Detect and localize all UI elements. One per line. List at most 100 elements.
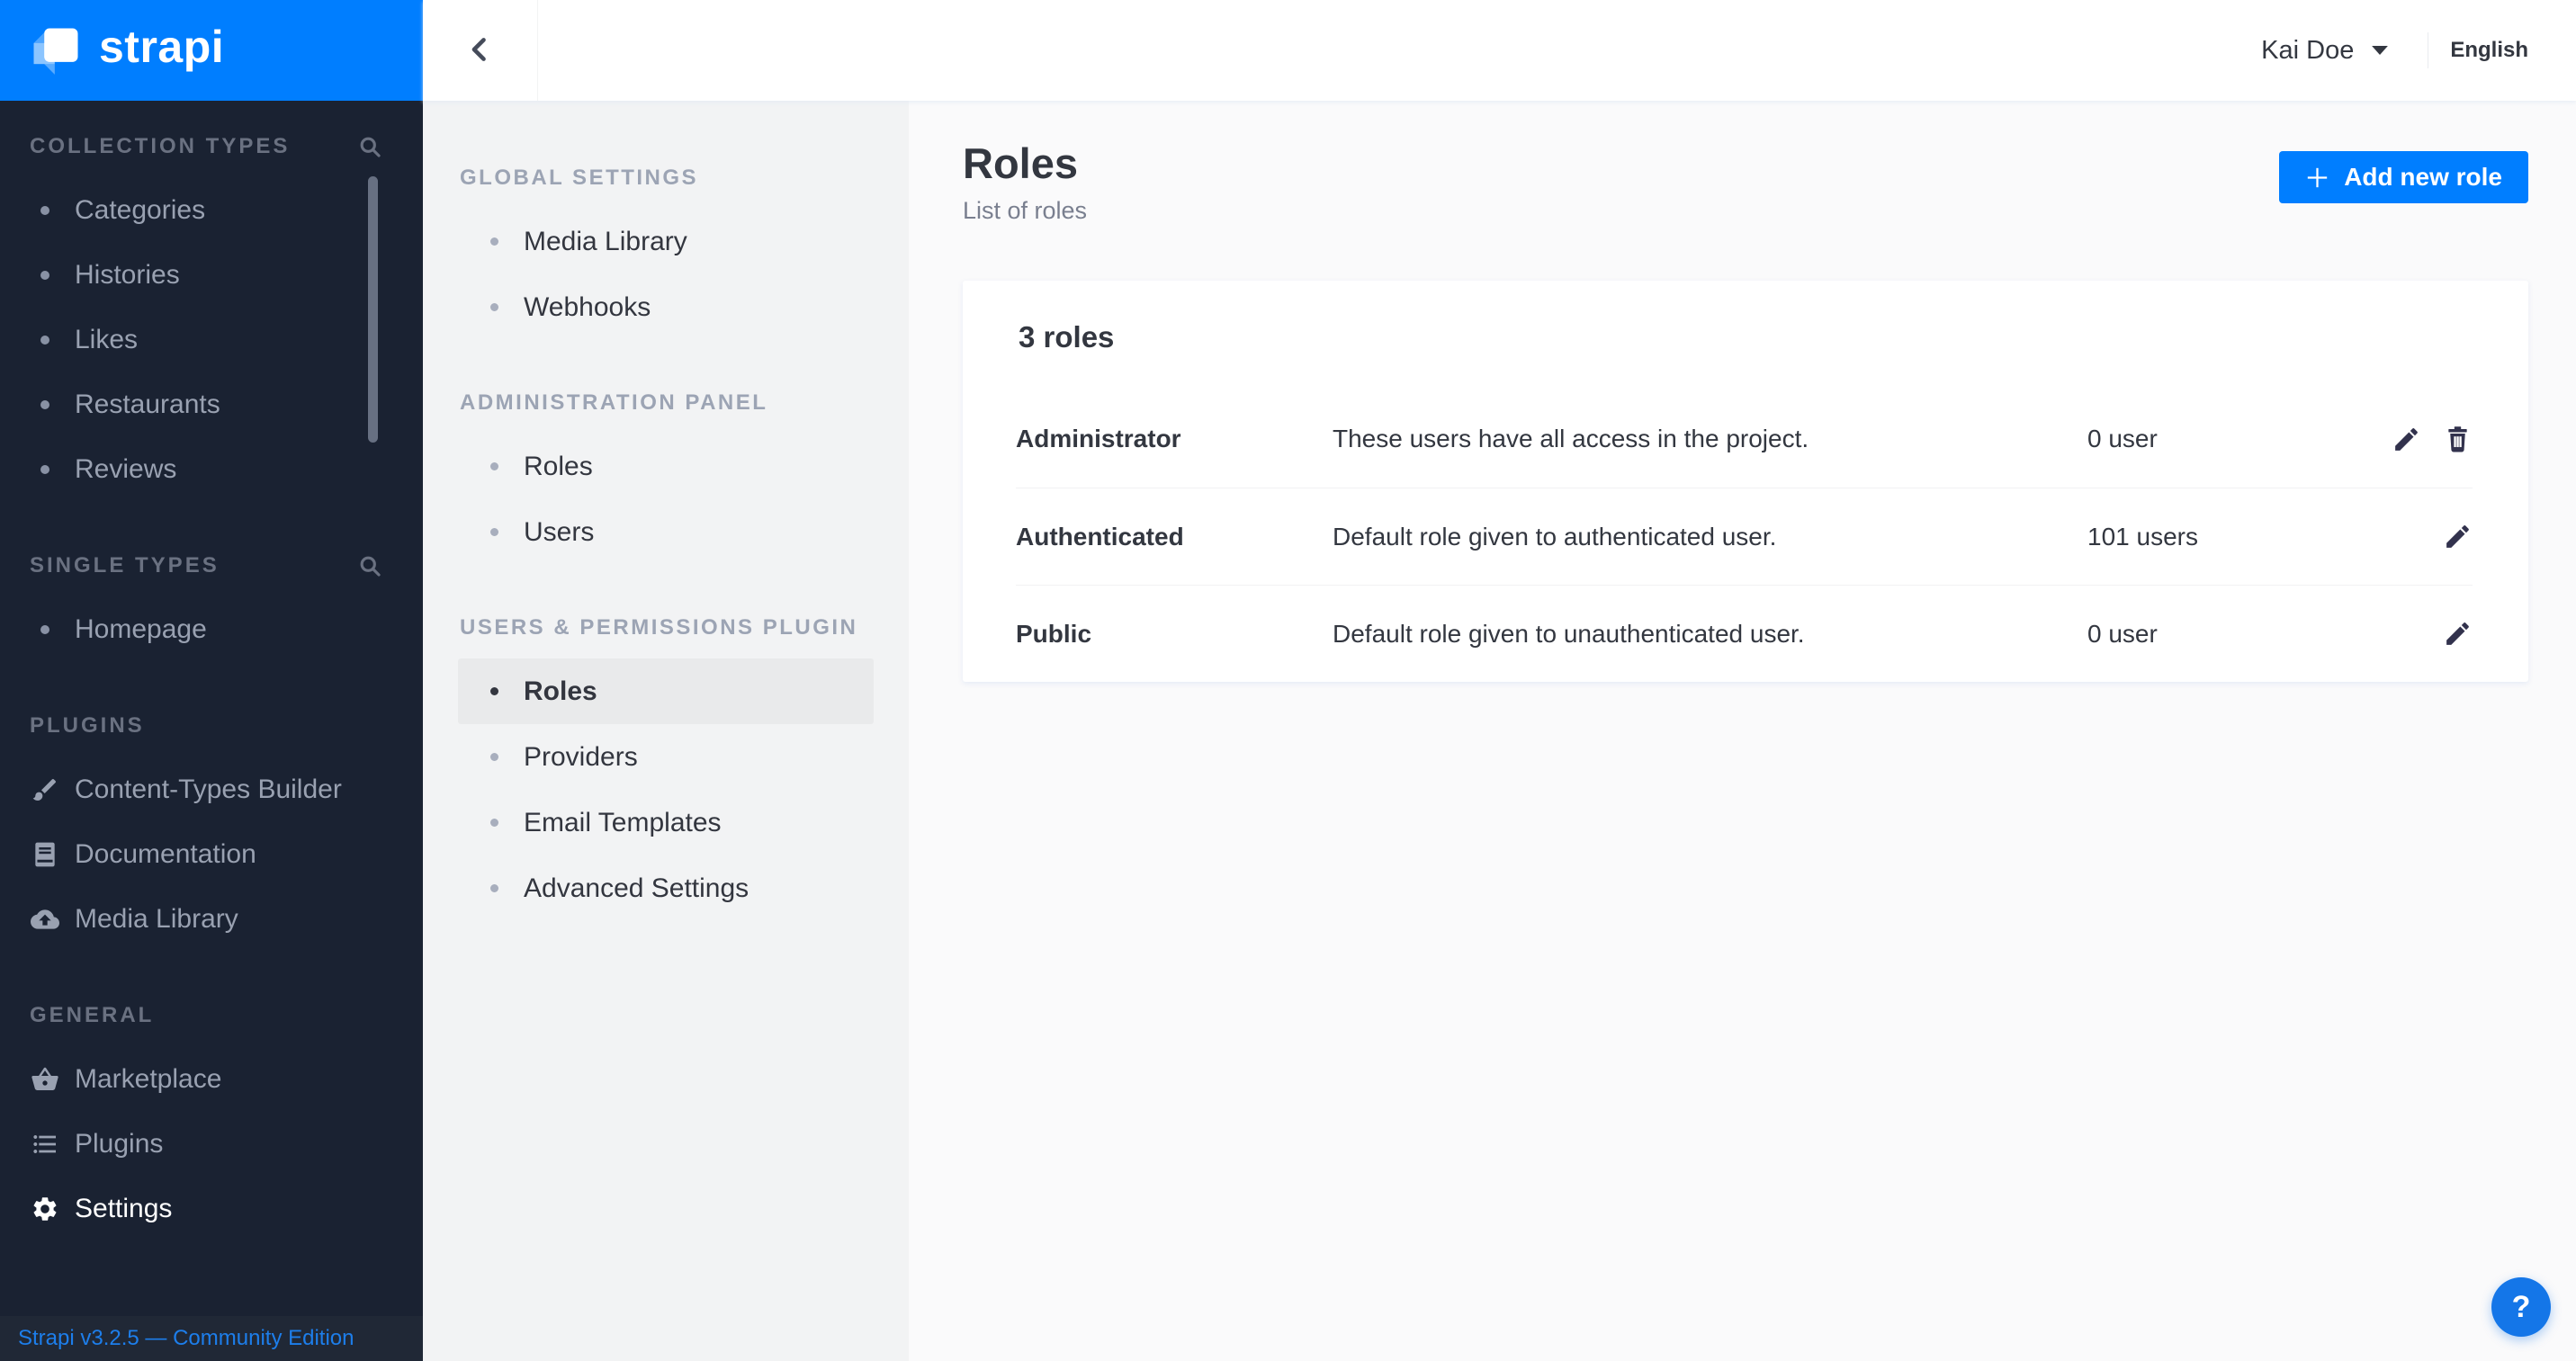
section-plugins: PLUGINS Content-Types Builder Documentat… (0, 714, 423, 952)
table-row-authenticated[interactable]: Authenticated Default role given to auth… (1016, 488, 2473, 585)
strapi-admin-app: strapi COLLECTION TYPES Categories Histo… (0, 0, 2576, 1361)
settings-item-media-library[interactable]: Media Library (458, 209, 874, 274)
sidebar-item-categories[interactable]: Categories (0, 178, 423, 243)
sidebar-item-histories[interactable]: Histories (0, 243, 423, 308)
cloud-upload-icon (30, 905, 60, 934)
role-users-count: 0 user (2087, 620, 2443, 649)
section-title: COLLECTION TYPES (30, 134, 290, 159)
role-description: Default role given to authenticated user… (1333, 523, 2087, 551)
section-users-permissions-plugin: USERS & PERMISSIONS PLUGIN Roles Provide… (423, 615, 909, 921)
role-description: Default role given to unauthenticated us… (1333, 620, 2087, 649)
sidebar-footer: Strapi v3.2.5 — Community Edition (0, 1316, 423, 1361)
sidebar-item-content-types-builder[interactable]: Content-Types Builder (0, 757, 423, 822)
bullet-icon (40, 625, 49, 634)
back-button[interactable] (423, 0, 538, 101)
main-sidebar: strapi COLLECTION TYPES Categories Histo… (0, 0, 423, 1361)
bullet-icon (40, 400, 49, 409)
pencil-icon (2443, 522, 2473, 551)
settings-item-advanced-settings[interactable]: Advanced Settings (458, 855, 874, 921)
section-title: GLOBAL SETTINGS (460, 166, 909, 189)
sidebar-item-marketplace[interactable]: Marketplace (0, 1047, 423, 1112)
sidebar-item-settings[interactable]: Settings (0, 1177, 423, 1241)
settings-sidebar: GLOBAL SETTINGS Media Library Webhooks A… (423, 101, 909, 1361)
settings-item-webhooks[interactable]: Webhooks (458, 274, 874, 340)
help-button[interactable]: ? (2491, 1277, 2551, 1337)
bullet-icon (490, 237, 498, 246)
question-mark-icon: ? (2512, 1290, 2531, 1325)
gear-icon (30, 1195, 60, 1223)
sidebar-item-reviews[interactable]: Reviews (0, 437, 423, 502)
pencil-icon (2443, 619, 2473, 649)
main-content: Roles List of roles Add new role 3 roles… (909, 101, 2576, 1361)
section-single-types: SINGLE TYPES Homepage (0, 554, 423, 662)
plus-icon (2305, 166, 2329, 190)
bullet-icon (40, 206, 49, 215)
logo-wordmark: strapi (99, 21, 224, 80)
search-icon[interactable] (358, 135, 382, 159)
language-selector[interactable]: English (2437, 29, 2528, 72)
chevron-down-icon (2372, 46, 2388, 55)
search-icon[interactable] (358, 554, 382, 578)
book-icon (30, 840, 60, 869)
sidebar-scrollbar[interactable] (368, 176, 378, 443)
section-general: GENERAL Marketplace Plugins (0, 1004, 423, 1241)
role-users-count: 0 user (2087, 425, 2392, 453)
paintbrush-icon (30, 775, 60, 804)
sidebar-item-likes[interactable]: Likes (0, 308, 423, 372)
bullet-icon (490, 462, 498, 470)
roles-count: 3 roles (963, 281, 2528, 354)
user-menu[interactable]: Kai Doe (2261, 36, 2388, 66)
page-subtitle: List of roles (963, 197, 1087, 225)
delete-role-button[interactable] (2443, 425, 2473, 454)
sidebar-item-documentation[interactable]: Documentation (0, 822, 423, 887)
bullet-icon (490, 303, 498, 311)
chevron-left-icon (465, 31, 496, 70)
sidebar-item-plugins[interactable]: Plugins (0, 1112, 423, 1177)
pencil-icon (2392, 425, 2421, 454)
user-name: Kai Doe (2261, 36, 2354, 66)
bullet-icon (40, 271, 49, 280)
role-users-count: 101 users (2087, 523, 2443, 551)
role-description: These users have all access in the proje… (1333, 425, 2087, 453)
section-title: USERS & PERMISSIONS PLUGIN (460, 615, 909, 639)
section-administration-panel: ADMINISTRATION PANEL Roles Users (423, 390, 909, 565)
sidebar-item-homepage[interactable]: Homepage (0, 597, 423, 662)
settings-item-admin-users[interactable]: Users (458, 499, 874, 565)
main-navigation: COLLECTION TYPES Categories Histories Li… (0, 101, 423, 1316)
basket-icon (30, 1065, 60, 1094)
sidebar-item-restaurants[interactable]: Restaurants (0, 372, 423, 437)
settings-item-up-roles[interactable]: Roles (458, 658, 874, 724)
section-collection-types: COLLECTION TYPES Categories Histories Li… (0, 135, 423, 502)
section-title: GENERAL (30, 1003, 154, 1028)
strapi-logo[interactable]: strapi (0, 0, 423, 101)
role-name: Administrator (1016, 425, 1333, 453)
settings-item-admin-roles[interactable]: Roles (458, 434, 874, 499)
section-global-settings: GLOBAL SETTINGS Media Library Webhooks (423, 166, 909, 340)
table-row-public[interactable]: Public Default role given to unauthentic… (1016, 585, 2473, 682)
bullet-icon (40, 336, 49, 345)
strapi-logo-icon (31, 25, 81, 76)
edit-role-button[interactable] (2443, 522, 2473, 551)
bullet-icon (490, 687, 498, 695)
bullet-icon (490, 753, 498, 761)
bullet-icon (490, 528, 498, 536)
sidebar-item-media-library[interactable]: Media Library (0, 887, 423, 952)
role-name: Authenticated (1016, 523, 1333, 551)
section-title: ADMINISTRATION PANEL (460, 390, 909, 414)
table-row-administrator[interactable]: Administrator These users have all acces… (1016, 390, 2473, 488)
settings-item-email-templates[interactable]: Email Templates (458, 790, 874, 855)
bullet-icon (490, 819, 498, 827)
list-icon (30, 1130, 60, 1159)
roles-table-card: 3 roles Administrator These users have a… (963, 281, 2528, 682)
page-title: Roles (963, 139, 1087, 188)
add-new-role-button[interactable]: Add new role (2279, 151, 2528, 203)
edit-role-button[interactable] (2443, 619, 2473, 649)
version-link[interactable]: Strapi v3.2.5 — Community Edition (18, 1326, 355, 1351)
top-header: Kai Doe English (423, 0, 2576, 101)
edit-role-button[interactable] (2392, 425, 2421, 454)
trash-icon (2443, 425, 2473, 454)
role-name: Public (1016, 620, 1333, 649)
settings-item-providers[interactable]: Providers (458, 724, 874, 790)
bullet-icon (40, 465, 49, 474)
section-title: SINGLE TYPES (30, 553, 220, 578)
